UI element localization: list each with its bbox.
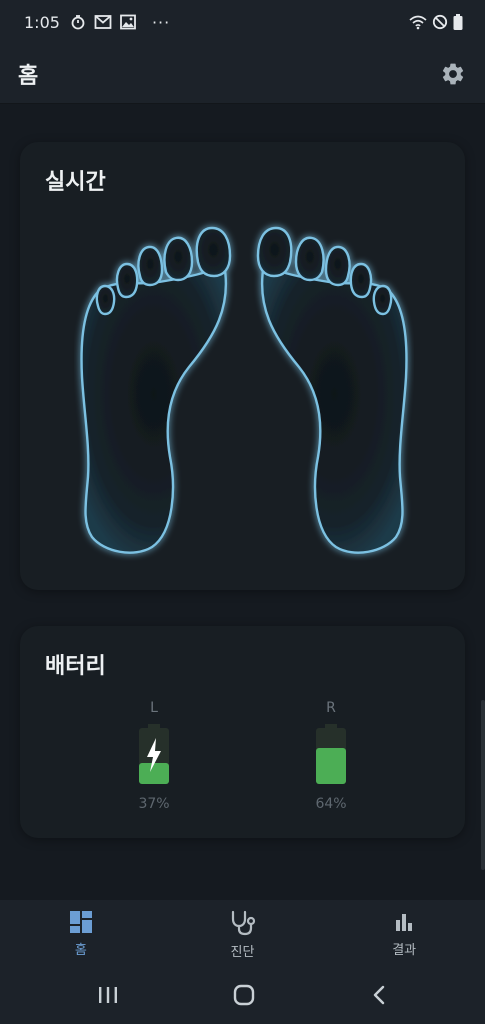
battery-card: 배터리 L 37% R 64% (20, 626, 465, 838)
main-content[interactable]: 실시간 배터리 L 37% R 64% (0, 104, 485, 900)
bottom-nav: 홈 진단 결과 (0, 900, 485, 970)
realtime-title: 실시간 (45, 170, 106, 195)
gear-icon (442, 63, 464, 84)
back-button[interactable] (370, 984, 388, 1010)
dashboard-icon (69, 911, 92, 933)
left-battery-percent: 37% (138, 796, 170, 812)
recent-apps-button[interactable] (97, 985, 119, 1009)
page-title: 홈 (18, 63, 39, 89)
battery-icon (453, 14, 463, 30)
timer-icon (70, 14, 86, 30)
back-icon (373, 985, 385, 1005)
right-foot (256, 226, 408, 554)
left-battery-label: L (150, 700, 158, 716)
right-battery: R 64% (301, 700, 361, 812)
home-icon (234, 984, 255, 1006)
battery-title: 배터리 (45, 654, 106, 679)
settings-button[interactable] (439, 60, 467, 88)
right-battery-label: R (326, 700, 336, 716)
scrollbar[interactable] (481, 700, 485, 870)
status-time: 1:05 (24, 12, 60, 32)
status-bar: 1:05 ··· (0, 0, 485, 44)
gmail-icon (94, 14, 112, 30)
battery-icon (316, 724, 346, 784)
nav-home[interactable]: 홈 (0, 900, 162, 970)
right-battery-percent: 64% (315, 796, 347, 812)
nav-home-label: 홈 (74, 943, 87, 958)
bar-chart-icon (396, 914, 413, 931)
realtime-card: 실시간 (20, 142, 465, 590)
nav-results-label: 결과 (392, 943, 417, 958)
wifi-icon (409, 14, 427, 30)
nav-diagnosis-label: 진단 (230, 945, 255, 960)
app-bar: 홈 (0, 44, 485, 104)
recent-apps-icon (99, 987, 118, 1003)
gallery-icon (120, 14, 136, 30)
more-dots-icon: ··· (151, 12, 171, 32)
nav-results[interactable]: 결과 (323, 900, 485, 970)
nav-diagnosis[interactable]: 진단 (162, 900, 324, 970)
battery-charging-icon (139, 724, 169, 784)
home-button[interactable] (233, 984, 255, 1010)
system-nav (0, 970, 485, 1024)
left-battery: L 37% (124, 700, 184, 812)
do-not-disturb-icon (432, 14, 448, 30)
foot-pressure-map (80, 226, 408, 554)
left-foot (80, 226, 232, 554)
stethoscope-icon (231, 910, 255, 936)
